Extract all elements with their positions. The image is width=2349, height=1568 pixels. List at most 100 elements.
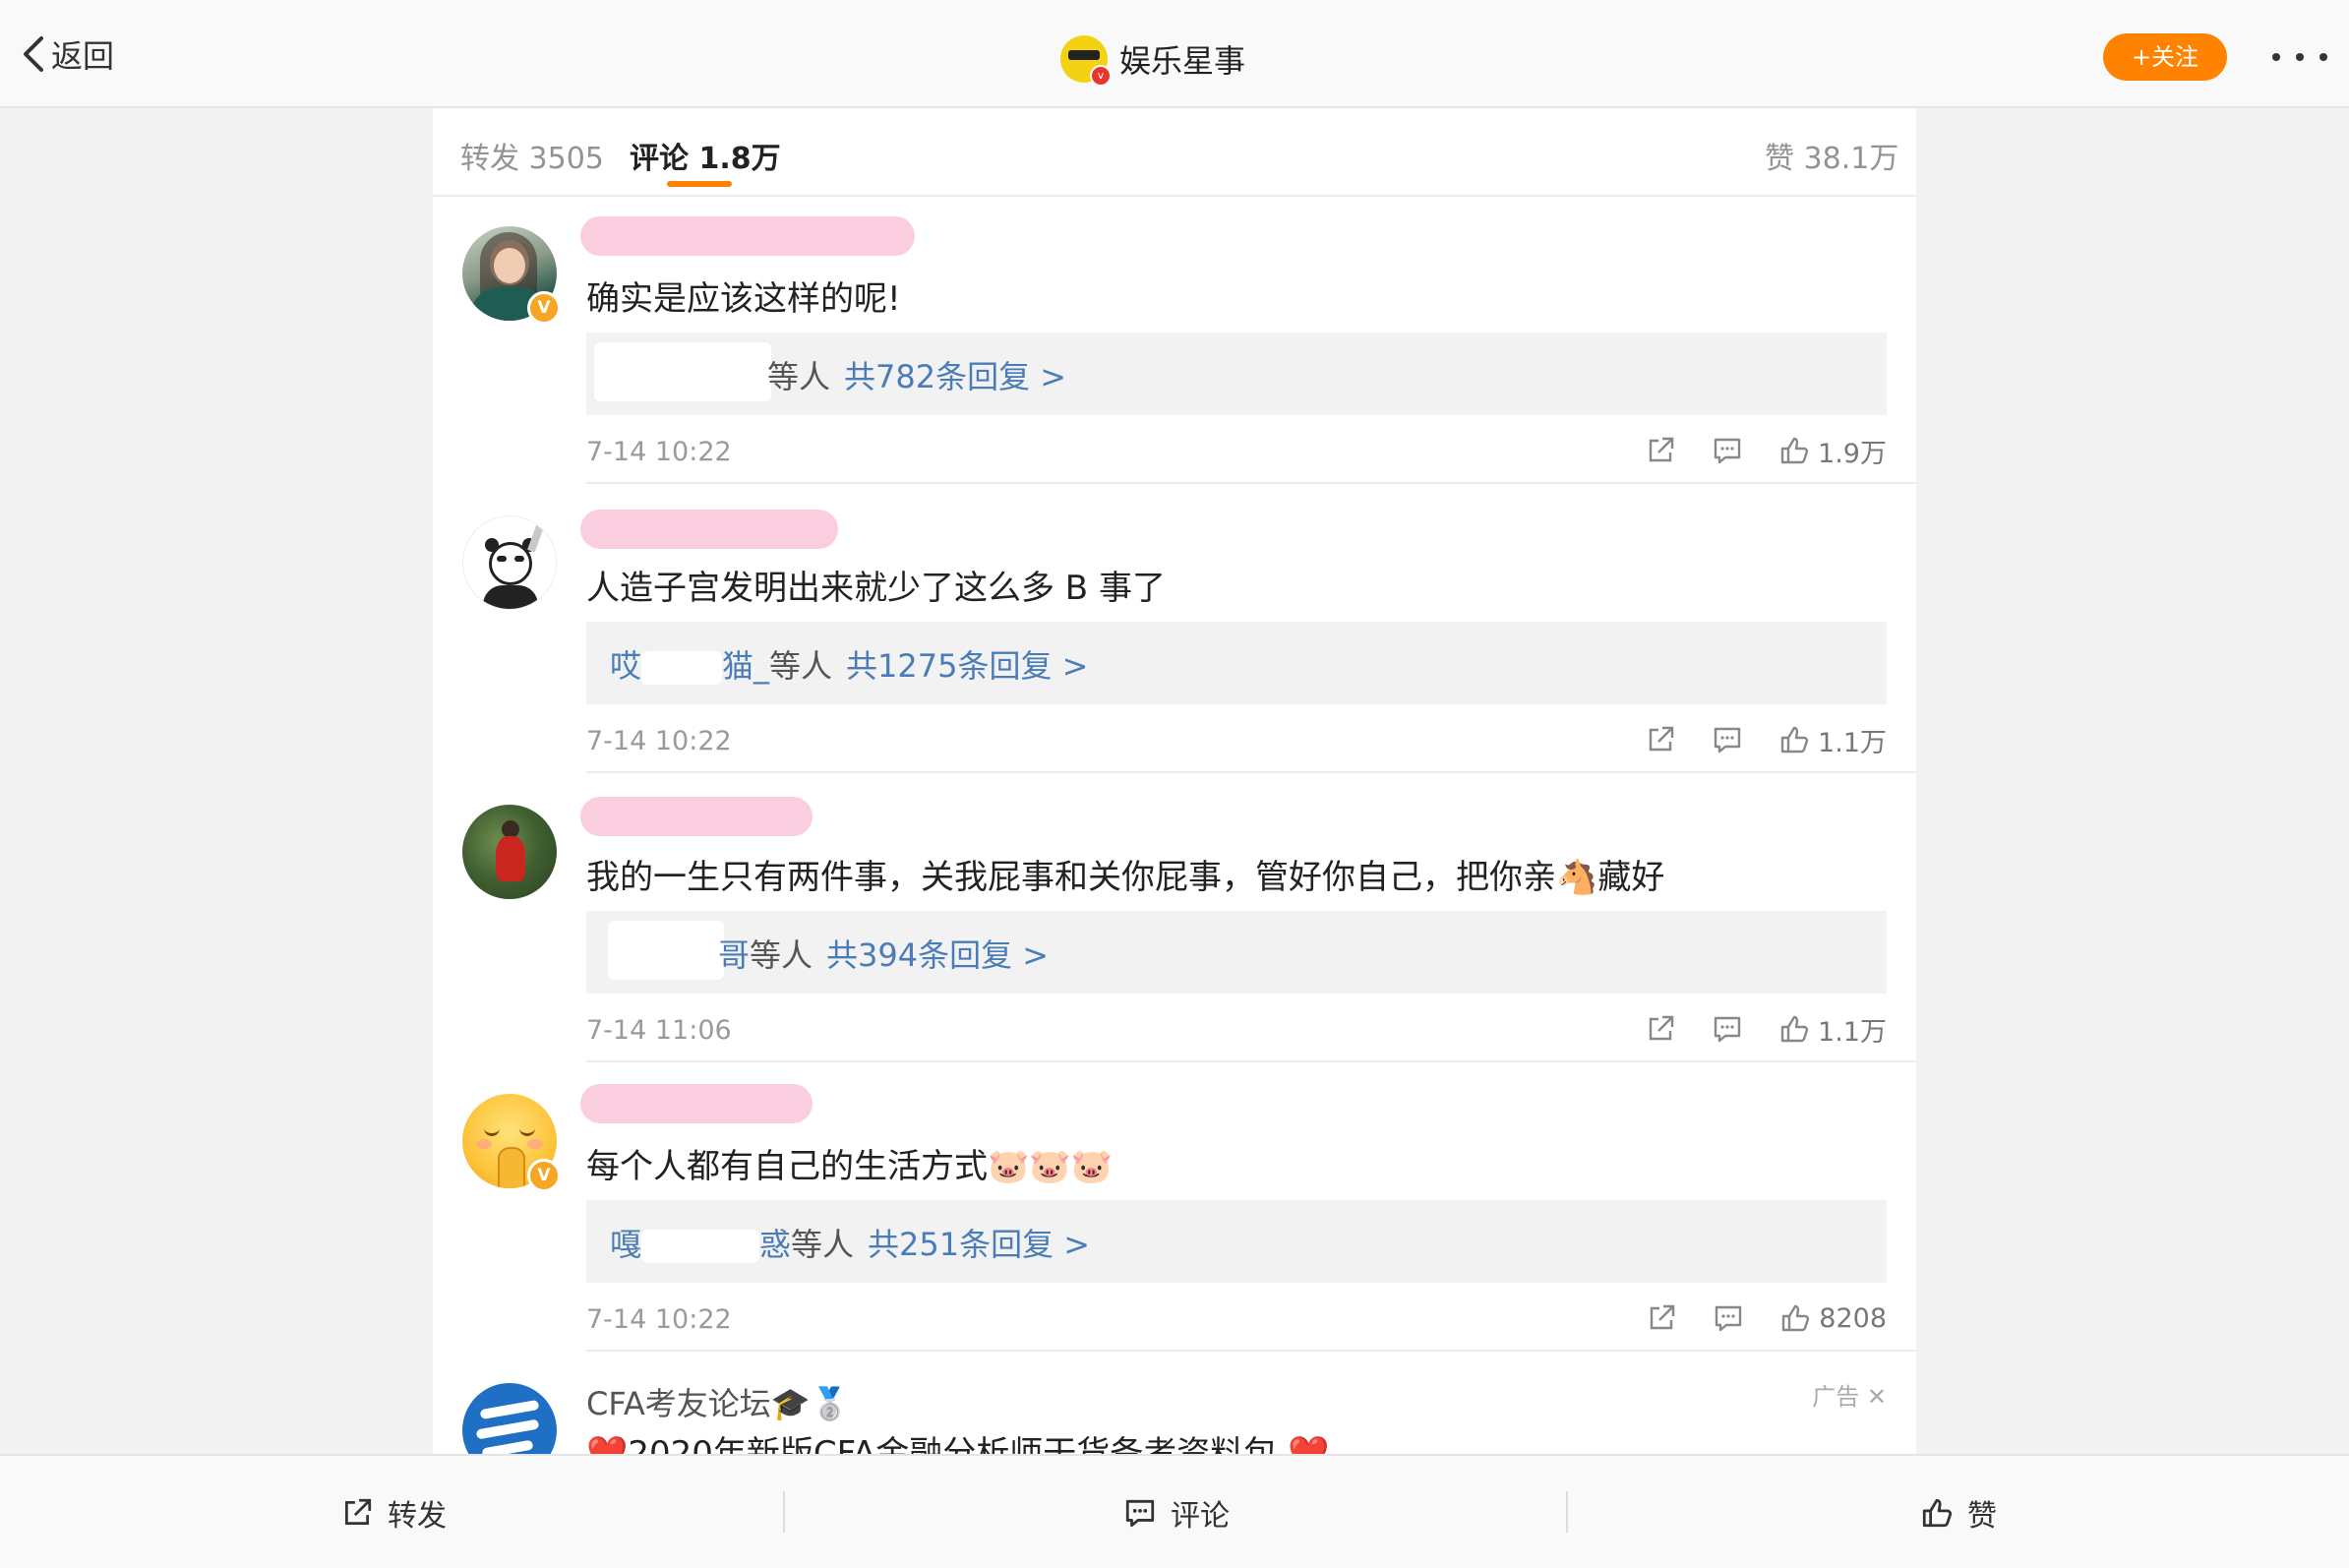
like-button[interactable]: 赞 bbox=[1920, 1491, 1997, 1535]
comment-icon bbox=[1125, 1499, 1155, 1528]
reply-summary[interactable]: 等人 共782条回复 > bbox=[586, 332, 1887, 415]
like-count: 1.9万 bbox=[1818, 438, 1887, 469]
reply-names-tail: 等人 bbox=[767, 358, 831, 395]
comment-actions: 1.9万 bbox=[1609, 431, 1887, 470]
share-icon[interactable] bbox=[1645, 724, 1676, 755]
like-button[interactable]: 1.1万 bbox=[1778, 721, 1887, 759]
comment-timestamp: 7-14 10:22 bbox=[586, 726, 732, 756]
ad-item[interactable]: CFA考友论坛🎓🥈 ❤️2020年新版CFA金融分析师干货备考资料包 ❤️ 广告… bbox=[433, 1352, 1916, 1454]
comment-item: 人造子宫发明出来就少了这么多 B 事了 哎 猫_等人 共1275条回复 > 7-14… bbox=[433, 484, 1916, 773]
like-count: 1.1万 bbox=[1818, 727, 1887, 758]
reply-names-suffix: 等人 bbox=[791, 1226, 855, 1263]
tab-bar: 转发 3505 评论 1.8万 赞 38.1万 bbox=[433, 108, 1916, 197]
back-label: 返回 bbox=[51, 37, 115, 75]
reply-names-redacted bbox=[641, 651, 723, 685]
comment-item: V 确实是应该这样的呢! 等人 共782条回复 > 7-14 10:22 1.9万 bbox=[433, 195, 1916, 484]
reply-count-link[interactable]: 共782条回复 > bbox=[844, 358, 1066, 395]
tab-repost[interactable]: 转发 3505 bbox=[460, 134, 604, 177]
reply-summary[interactable]: 嘎 惑等人 共251条回复 > bbox=[586, 1200, 1887, 1283]
verified-badge-icon: V bbox=[527, 291, 561, 325]
ad-close-label[interactable]: 广告 ✕ bbox=[1812, 1377, 1887, 1412]
share-icon[interactable] bbox=[1645, 1013, 1676, 1045]
share-icon[interactable] bbox=[1646, 1302, 1677, 1334]
verified-badge-icon: V bbox=[527, 1159, 561, 1192]
chevron-left-icon bbox=[24, 36, 43, 72]
comment-text: 每个人都有自己的生活方式🐷🐷🐷 bbox=[586, 1147, 1114, 1186]
tab-comment[interactable]: 评论 1.8万 bbox=[630, 134, 781, 177]
reply-count-link[interactable]: 共251条回复 > bbox=[868, 1226, 1090, 1263]
like-button[interactable]: 8208 bbox=[1779, 1302, 1887, 1334]
reply-name-tail[interactable]: 哥 bbox=[718, 936, 750, 974]
back-button[interactable]: 返回 bbox=[20, 30, 114, 79]
ad-avatar[interactable] bbox=[462, 1383, 557, 1454]
reply-name-head[interactable]: 嘎 bbox=[610, 1226, 641, 1263]
reply-names-redacted bbox=[608, 921, 724, 980]
reply-names-suffix: 等人 bbox=[750, 936, 813, 974]
comment-actions: 8208 bbox=[1610, 1298, 1887, 1338]
comment-icon[interactable] bbox=[1713, 1302, 1744, 1334]
reply-name-tail[interactable]: 惑 bbox=[759, 1226, 791, 1263]
avatar[interactable]: V bbox=[462, 1094, 561, 1192]
account-avatar: v bbox=[1060, 35, 1112, 87]
like-label: 赞 bbox=[1967, 1499, 1997, 1534]
reply-names-suffix: 等人 bbox=[769, 647, 833, 685]
share-icon bbox=[344, 1498, 372, 1526]
thumbs-up-icon bbox=[1780, 726, 1809, 754]
reply-names-redacted bbox=[641, 1230, 760, 1263]
thumbs-up-icon bbox=[1922, 1498, 1953, 1528]
thumbs-up-icon bbox=[1780, 1015, 1809, 1043]
like-count: 1.1万 bbox=[1818, 1016, 1887, 1048]
comment-icon[interactable] bbox=[1712, 435, 1743, 466]
comment-timestamp: 7-14 10:22 bbox=[586, 437, 732, 467]
username-redacted bbox=[580, 797, 813, 836]
like-button[interactable]: 1.1万 bbox=[1778, 1010, 1887, 1049]
account-name: 娱乐星事 bbox=[1119, 42, 1246, 80]
active-tab-indicator bbox=[667, 181, 732, 187]
verified-badge-icon: v bbox=[1090, 65, 1112, 87]
comment-icon[interactable] bbox=[1712, 724, 1743, 755]
comment-button[interactable]: 评论 bbox=[1123, 1491, 1230, 1535]
avatar[interactable]: V bbox=[462, 226, 561, 325]
account-title[interactable]: v 娱乐星事 bbox=[1060, 30, 1245, 89]
comment-icon[interactable] bbox=[1712, 1013, 1743, 1045]
like-count: 8208 bbox=[1819, 1302, 1887, 1334]
like-button[interactable]: 1.9万 bbox=[1778, 432, 1887, 470]
thumbs-up-icon bbox=[1782, 1304, 1810, 1332]
ad-text[interactable]: ❤️2020年新版CFA金融分析师干货备考资料包 ❤️ bbox=[586, 1426, 1329, 1454]
comment-timestamp: 7-14 11:06 bbox=[586, 1015, 732, 1046]
comment-actions: 1.1万 bbox=[1609, 720, 1887, 759]
username-redacted bbox=[580, 216, 915, 256]
divider bbox=[783, 1491, 785, 1533]
share-icon[interactable] bbox=[1645, 435, 1676, 466]
username-redacted bbox=[580, 510, 838, 549]
reply-summary[interactable]: 哎 猫_等人 共1275条回复 > bbox=[586, 622, 1887, 704]
repost-button[interactable]: 转发 bbox=[340, 1491, 447, 1535]
comment-label: 评论 bbox=[1171, 1499, 1230, 1534]
more-options-icon[interactable] bbox=[2272, 35, 2327, 79]
top-navigation-bar: 返回 v 娱乐星事 +关注 bbox=[0, 0, 2349, 108]
reply-count-link[interactable]: 共394条回复 > bbox=[826, 936, 1049, 974]
thumbs-up-icon bbox=[1780, 437, 1809, 464]
comment-text: 我的一生只有两件事，关我屁事和关你屁事，管好你自己，把你亲🐴藏好 bbox=[586, 858, 1665, 897]
reply-count-link[interactable]: 共1275条回复 > bbox=[846, 647, 1088, 685]
reply-names-redacted bbox=[594, 342, 771, 401]
comments-card: 转发 3505 评论 1.8万 赞 38.1万 V 确实是应该这样的呢! 等人共… bbox=[433, 108, 1916, 1454]
repost-label: 转发 bbox=[388, 1499, 447, 1534]
divider bbox=[1566, 1491, 1568, 1533]
comment-timestamp: 7-14 10:22 bbox=[586, 1304, 732, 1335]
comment-item: V 每个人都有自己的生活方式🐷🐷🐷 嘎 惑等人 共251条回复 > 7-14 10:… bbox=[433, 1062, 1916, 1352]
bottom-action-bar: 转发 评论 赞 bbox=[0, 1454, 2349, 1568]
comment-text: 人造子宫发明出来就少了这么多 B 事了 bbox=[586, 569, 1166, 608]
comment-text: 确实是应该这样的呢! bbox=[586, 279, 901, 319]
username-redacted bbox=[580, 1084, 813, 1123]
reply-summary[interactable]: 哥等人 共394条回复 > bbox=[586, 911, 1887, 994]
avatar[interactable] bbox=[462, 805, 557, 899]
comment-actions: 1.1万 bbox=[1609, 1009, 1887, 1049]
reply-name-tail[interactable]: 猫_ bbox=[722, 647, 769, 685]
follow-button[interactable]: +关注 bbox=[2103, 33, 2227, 81]
ad-title[interactable]: CFA考友论坛🎓🥈 bbox=[586, 1379, 849, 1424]
reply-name-head[interactable]: 哎 bbox=[610, 647, 641, 685]
comment-item: 我的一生只有两件事，关我屁事和关你屁事，管好你自己，把你亲🐴藏好 哥等人 共394… bbox=[433, 773, 1916, 1062]
tab-like[interactable]: 赞 38.1万 bbox=[1765, 134, 1898, 177]
avatar[interactable] bbox=[462, 515, 557, 610]
